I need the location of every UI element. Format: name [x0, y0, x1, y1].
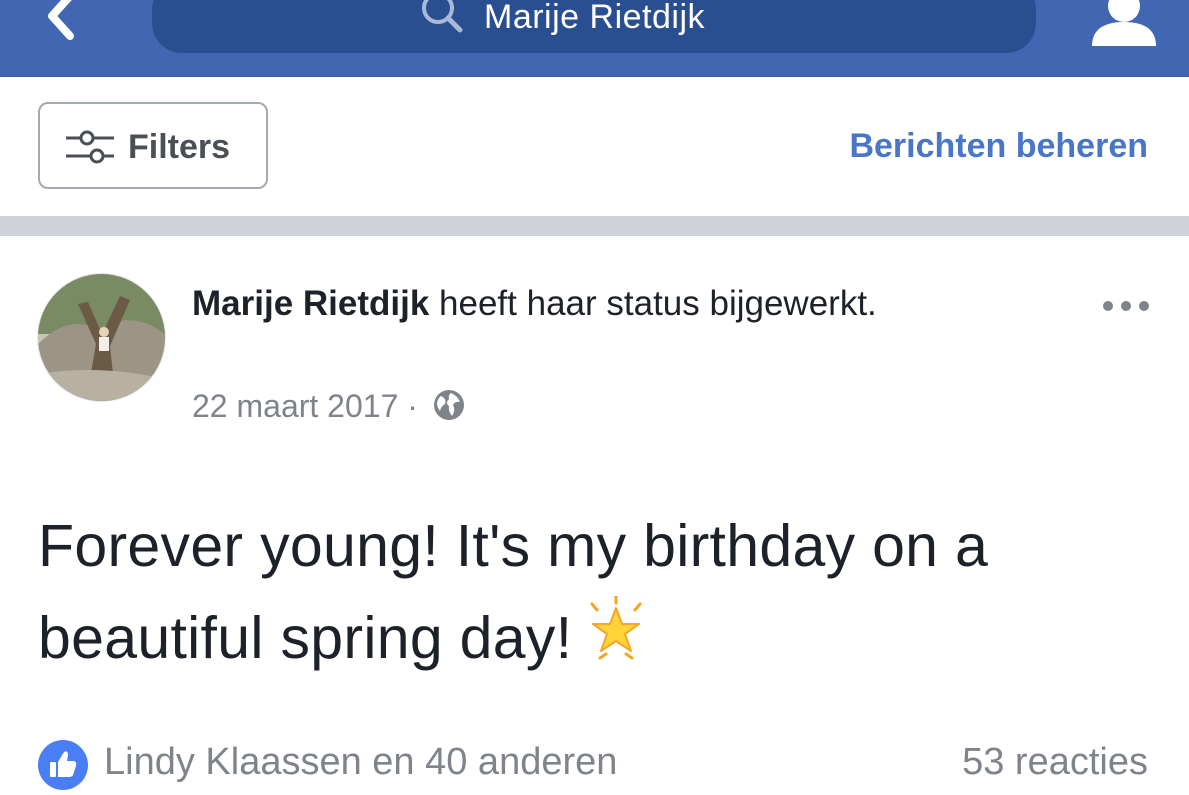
filter-toolbar: Filters Berichten beheren	[0, 77, 1189, 216]
globe-icon	[433, 389, 464, 420]
status-post: Marije Rietdijk heeft haar status bijgew…	[0, 236, 1189, 790]
back-button[interactable]	[30, 0, 90, 46]
post-date[interactable]: 22 maart 2017	[192, 388, 398, 424]
likes-summary[interactable]: Lindy Klaassen en 40 anderen	[104, 741, 617, 784]
profile-icon	[1092, 0, 1156, 46]
filters-label: Filters	[128, 128, 231, 166]
like-reaction-badge	[38, 740, 88, 790]
post-author-line: Marije Rietdijk heeft haar status bijgew…	[192, 278, 932, 330]
search-bar[interactable]: Marije Rietdijk	[152, 0, 1036, 53]
ellipsis-icon	[1103, 301, 1149, 311]
more-options-button[interactable]	[1098, 291, 1154, 321]
post-meta: 22 maart 2017 ·	[192, 386, 467, 425]
search-query-text: Marije Rietdijk	[484, 0, 705, 36]
post-action-text: heeft haar status bijgewerkt.	[439, 284, 877, 323]
post-message: Forever young! It's my birthday on a bea…	[38, 500, 1138, 684]
meta-separator: ·	[407, 388, 418, 425]
glowing-star-emoji-icon	[590, 596, 642, 660]
section-divider	[0, 216, 1189, 236]
post-message-text: Forever young! It's my birthday on a bea…	[38, 513, 989, 671]
author-avatar[interactable]	[38, 274, 165, 401]
profile-button[interactable]	[1084, 0, 1164, 50]
manage-posts-link[interactable]: Berichten beheren	[849, 127, 1148, 166]
thumbs-up-icon	[50, 751, 77, 777]
filters-button[interactable]: Filters	[38, 102, 268, 189]
filter-sliders-icon	[66, 130, 114, 164]
back-chevron-icon	[48, 0, 74, 40]
comments-count[interactable]: 53 reacties	[962, 741, 1148, 784]
author-name[interactable]: Marije Rietdijk	[192, 284, 429, 323]
search-icon	[422, 0, 463, 33]
avatar-photo	[38, 274, 165, 401]
top-navigation-bar: Marije Rietdijk	[0, 0, 1189, 77]
